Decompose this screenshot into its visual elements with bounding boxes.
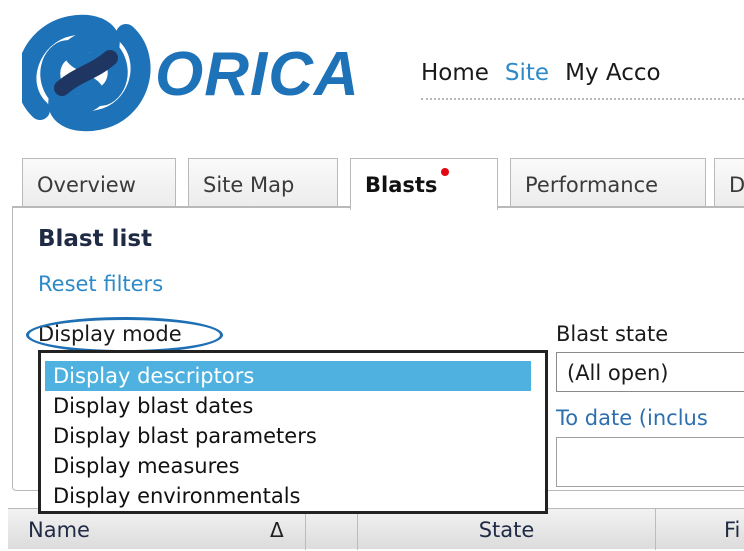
nav-home[interactable]: Home	[421, 60, 489, 86]
to-date-input[interactable]	[556, 437, 744, 487]
column-blank-header[interactable]	[306, 509, 358, 550]
nav-divider	[421, 98, 744, 100]
nav-my-account[interactable]: My Acco	[565, 60, 660, 86]
tab-label: Performance	[525, 173, 659, 197]
display-mode-listbox[interactable]: Display descriptors Display blast dates …	[38, 350, 548, 514]
option-display-blast-dates[interactable]: Display blast dates	[45, 391, 531, 421]
orica-logo-icon	[22, 14, 151, 132]
column-label: Fi	[724, 518, 741, 542]
column-fi-header[interactable]: Fi	[656, 509, 744, 550]
panel-title: Blast list	[38, 226, 153, 252]
tab-overview[interactable]: Overview	[22, 158, 176, 206]
tab-more[interactable]: D	[714, 158, 744, 206]
blast-table-header: Name Δ State Fi	[8, 508, 744, 550]
orica-logo[interactable]: ORICA	[22, 14, 367, 132]
blast-state-select[interactable]: (All open)	[556, 352, 744, 392]
option-display-blast-parameters[interactable]: Display blast parameters	[45, 421, 531, 451]
tab-label: Site Map	[203, 173, 295, 197]
tab-label: Overview	[37, 173, 136, 197]
option-display-measures[interactable]: Display measures	[45, 451, 531, 481]
column-name-header[interactable]: Name Δ	[8, 509, 306, 550]
option-display-descriptors[interactable]: Display descriptors	[45, 361, 531, 391]
column-label: State	[478, 518, 535, 542]
sort-ascending-icon[interactable]: Δ	[270, 509, 284, 551]
column-label: Name	[28, 518, 90, 542]
top-navigation: Home Site My Acco	[421, 60, 661, 86]
annotation-highlight	[26, 317, 223, 353]
tab-site-map[interactable]: Site Map	[188, 158, 338, 206]
to-date-label: To date (inclus	[556, 406, 708, 430]
tab-performance[interactable]: Performance	[510, 158, 706, 206]
tab-bar: Overview Site Map Blasts Performance D	[12, 158, 744, 210]
column-state-header[interactable]: State	[358, 509, 656, 550]
option-display-environmentals[interactable]: Display environmentals	[45, 481, 531, 511]
nav-site[interactable]: Site	[505, 60, 549, 86]
reset-filters-link[interactable]: Reset filters	[38, 272, 163, 296]
tab-label: Blasts	[365, 173, 438, 197]
brand-name: ORICA	[155, 40, 360, 109]
blast-state-label: Blast state	[556, 322, 669, 346]
tab-label: D	[729, 173, 744, 197]
notification-dot-icon	[441, 168, 450, 176]
tab-blasts[interactable]: Blasts	[350, 158, 498, 210]
